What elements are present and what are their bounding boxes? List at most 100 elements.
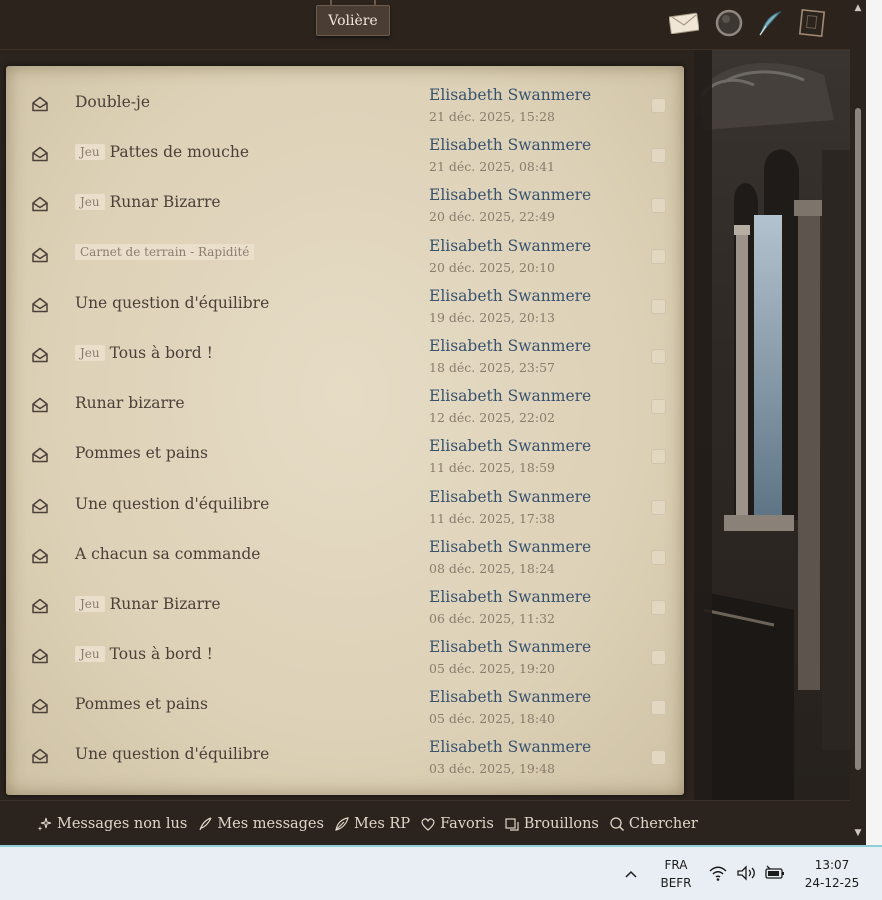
message-checkbox[interactable] — [651, 148, 666, 164]
book-icon[interactable] — [796, 8, 828, 38]
message-checkbox[interactable] — [651, 750, 666, 766]
message-date: 11 déc. 2025, 18:59 — [429, 460, 556, 476]
message-date: 03 déc. 2025, 19:48 — [429, 761, 556, 777]
message-checkbox[interactable] — [651, 198, 666, 214]
message-author-link[interactable]: Elisabeth Swanmere — [429, 136, 591, 154]
footer-link-favoris[interactable]: Favoris — [420, 816, 494, 832]
message-date: 08 déc. 2025, 18:24 — [429, 560, 556, 576]
message-row[interactable]: Jeu Runar Bizarre Elisabeth Swanmere 20 déc… — [6, 180, 684, 230]
battery-icon[interactable] — [764, 864, 786, 886]
footer-link-chercher[interactable]: Chercher — [609, 816, 698, 832]
message-subject-link[interactable]: Jeu Tous à bord ! — [75, 645, 213, 663]
volume-icon[interactable] — [736, 864, 758, 886]
message-subject-link[interactable]: Jeu Pattes de mouche — [75, 143, 249, 161]
message-row[interactable]: Une question d'équilibre Elisabeth Swanme… — [6, 732, 684, 782]
envelope-open-icon — [30, 696, 50, 716]
wifi-icon[interactable] — [708, 864, 728, 886]
page-title: Volière — [316, 5, 390, 36]
message-author-link[interactable]: Elisabeth Swanmere — [429, 638, 591, 656]
footer-link-label: Mes messages — [217, 816, 324, 832]
message-subject-link[interactable]: Double-je — [75, 93, 150, 111]
message-row[interactable]: Pommes et pains Elisabeth Swanmere 11 déc.… — [6, 431, 684, 481]
message-checkbox[interactable] — [651, 348, 666, 364]
taskbar: FRA BEFR 13:07 24-12-25 — [0, 845, 882, 900]
footer-link-brouillons[interactable]: Brouillons — [504, 816, 599, 832]
message-row[interactable]: Jeu Pattes de mouche Elisabeth Swanmere 21 … — [6, 130, 684, 180]
message-date: 05 déc. 2025, 19:20 — [429, 661, 556, 677]
message-date: 12 déc. 2025, 22:02 — [429, 410, 556, 426]
message-author-link[interactable]: Elisabeth Swanmere — [429, 86, 591, 104]
message-subject: Une question d'équilibre — [75, 293, 270, 312]
message-subject-link[interactable]: Jeu Runar Bizarre — [75, 193, 221, 211]
envelope-icon[interactable] — [668, 8, 700, 38]
message-subject-link[interactable]: Jeu Tous à bord ! — [75, 344, 213, 362]
message-row[interactable]: Jeu Tous à bord ! Elisabeth Swanmere 18 déc… — [6, 331, 684, 381]
message-author-link[interactable]: Elisabeth Swanmere — [429, 738, 591, 756]
scroll-up-arrow[interactable]: ▲ — [850, 0, 866, 16]
envelope-open-icon — [30, 245, 50, 265]
message-checkbox[interactable] — [651, 248, 666, 264]
message-author-link[interactable]: Elisabeth Swanmere — [429, 588, 591, 606]
message-author-link[interactable]: Elisabeth Swanmere — [429, 538, 591, 556]
scroll-thumb[interactable] — [855, 108, 861, 770]
message-date: 20 déc. 2025, 20:10 — [429, 259, 556, 275]
message-row[interactable]: Jeu Runar Bizarre Elisabeth Swanmere 06 déc… — [6, 582, 684, 632]
message-author-link[interactable]: Elisabeth Swanmere — [429, 387, 591, 405]
clock[interactable]: 13:07 24-12-25 — [800, 856, 864, 892]
message-subject-link[interactable]: Pommes et pains — [75, 444, 208, 462]
message-row[interactable]: Une question d'équilibre Elisabeth Swanme… — [6, 482, 684, 532]
message-checkbox[interactable] — [651, 499, 666, 515]
footer-link-mes-rp[interactable]: Mes RP — [334, 816, 410, 832]
orb-icon[interactable] — [713, 8, 745, 38]
message-subject-link[interactable]: A chacun sa commande — [75, 545, 260, 563]
message-subject: Double-je — [75, 93, 151, 111]
footer-link-mes-messages[interactable]: Mes messages — [197, 816, 324, 832]
envelope-open-icon — [30, 646, 50, 666]
message-row[interactable]: Double-je Elisabeth Swanmere 21 déc. 2025,… — [6, 80, 684, 130]
message-subject: A chacun sa commande — [75, 544, 261, 563]
message-checkbox[interactable] — [651, 449, 666, 465]
message-row[interactable]: Pommes et pains Elisabeth Swanmere 05 déc.… — [6, 682, 684, 732]
message-author-link[interactable]: Elisabeth Swanmere — [429, 287, 591, 305]
message-row[interactable]: A chacun sa commande Elisabeth Swanmere 08… — [6, 532, 684, 582]
scroll-down-arrow[interactable]: ▼ — [850, 825, 866, 841]
message-author-link[interactable]: Elisabeth Swanmere — [429, 488, 591, 506]
message-checkbox[interactable] — [651, 650, 666, 666]
message-checkbox[interactable] — [651, 399, 666, 415]
message-panel: Double-je Elisabeth Swanmere 21 déc. 2025,… — [6, 66, 684, 795]
language-indicator[interactable]: FRA BEFR — [655, 856, 697, 892]
message-date: 21 déc. 2025, 08:41 — [429, 159, 556, 175]
footer-link-messages-non-lus[interactable]: Messages non lus — [37, 816, 187, 832]
message-author-link[interactable]: Elisabeth Swanmere — [429, 186, 591, 204]
message-subject-link[interactable]: Une question d'équilibre — [75, 294, 269, 312]
message-author-link[interactable]: Elisabeth Swanmere — [429, 337, 591, 355]
message-subject: Une question d'équilibre — [75, 745, 270, 764]
quill-icon[interactable] — [754, 8, 786, 38]
message-subject-link[interactable]: Une question d'équilibre — [75, 495, 269, 513]
chevron-up-icon[interactable] — [621, 864, 641, 884]
message-checkbox[interactable] — [651, 98, 666, 113]
scrollbar[interactable]: ▲ ▼ — [850, 0, 866, 845]
window-edge — [866, 0, 882, 845]
message-subject-link[interactable]: Runar bizarre — [75, 394, 185, 412]
message-row[interactable]: Jeu Tous à bord ! Elisabeth Swanmere 05 déc… — [6, 632, 684, 682]
message-subject: Runar Bizarre — [109, 594, 221, 613]
message-checkbox[interactable] — [651, 700, 666, 716]
message-checkbox[interactable] — [651, 599, 666, 615]
message-subject-link[interactable]: Jeu Runar Bizarre — [75, 595, 221, 613]
message-row[interactable]: Carnet de terrain - Rapidité Elisabeth Sw… — [6, 231, 684, 281]
message-author-link[interactable]: Elisabeth Swanmere — [429, 437, 591, 455]
footer-bar: Messages non lus Mes messages Mes RP Favori… — [0, 800, 850, 845]
message-subject-link[interactable]: Carnet de terrain - Rapidité — [75, 243, 255, 260]
message-checkbox[interactable] — [651, 549, 666, 565]
message-row[interactable]: Runar bizarre Elisabeth Swanmere 12 déc. 2… — [6, 381, 684, 431]
message-author-link[interactable]: Elisabeth Swanmere — [429, 237, 591, 255]
envelope-open-icon — [30, 746, 50, 766]
message-row[interactable]: Une question d'équilibre Elisabeth Swanme… — [6, 281, 684, 331]
message-checkbox[interactable] — [651, 298, 666, 314]
message-tag: Jeu — [75, 595, 105, 612]
message-subject-link[interactable]: Une question d'équilibre — [75, 745, 269, 763]
message-author-link[interactable]: Elisabeth Swanmere — [429, 688, 591, 706]
feather-icon — [334, 816, 350, 832]
message-subject-link[interactable]: Pommes et pains — [75, 695, 208, 713]
